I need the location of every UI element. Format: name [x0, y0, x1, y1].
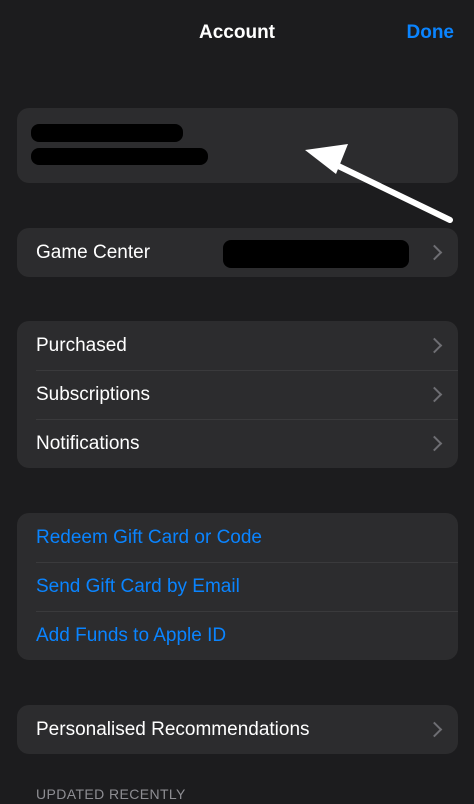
personalised-recommendations-label: Personalised Recommendations	[36, 718, 310, 740]
redacted-account-name	[31, 124, 183, 142]
personalised-recommendations-row[interactable]: Personalised Recommendations	[17, 705, 458, 754]
chevron-right-icon	[426, 721, 443, 737]
subscriptions-label: Subscriptions	[36, 383, 151, 405]
recommendations-group: Personalised Recommendations	[17, 705, 458, 754]
chevron-right-icon	[426, 337, 443, 353]
chevron-right-icon	[426, 386, 443, 402]
updated-recently-header: UPDATED RECENTLY	[36, 786, 186, 802]
game-center-label: Game Center	[36, 241, 151, 263]
chevron-right-icon	[426, 435, 443, 451]
redeem-gift-card-link[interactable]: Redeem Gift Card or Code	[17, 513, 458, 562]
chevron-right-icon	[426, 244, 443, 260]
game-center-row[interactable]: Game Center	[17, 228, 458, 277]
page-title: Account	[199, 22, 275, 43]
purchased-label: Purchased	[36, 334, 127, 356]
add-funds-link[interactable]: Add Funds to Apple ID	[17, 611, 458, 660]
gift-card-group: Redeem Gift Card or Code Send Gift Card …	[17, 513, 458, 660]
game-center-group: Game Center	[17, 228, 458, 277]
purchased-row[interactable]: Purchased	[17, 321, 458, 370]
redacted-game-center-nickname	[223, 240, 409, 268]
notifications-label: Notifications	[36, 432, 140, 454]
notifications-row[interactable]: Notifications	[17, 419, 458, 468]
store-settings-group: Purchased Subscriptions Notifications	[17, 321, 458, 468]
send-gift-card-link[interactable]: Send Gift Card by Email	[17, 562, 458, 611]
redacted-account-email	[31, 148, 208, 165]
subscriptions-row[interactable]: Subscriptions	[17, 370, 458, 419]
done-button[interactable]: Done	[407, 22, 455, 44]
annotation-arrow	[305, 144, 453, 223]
